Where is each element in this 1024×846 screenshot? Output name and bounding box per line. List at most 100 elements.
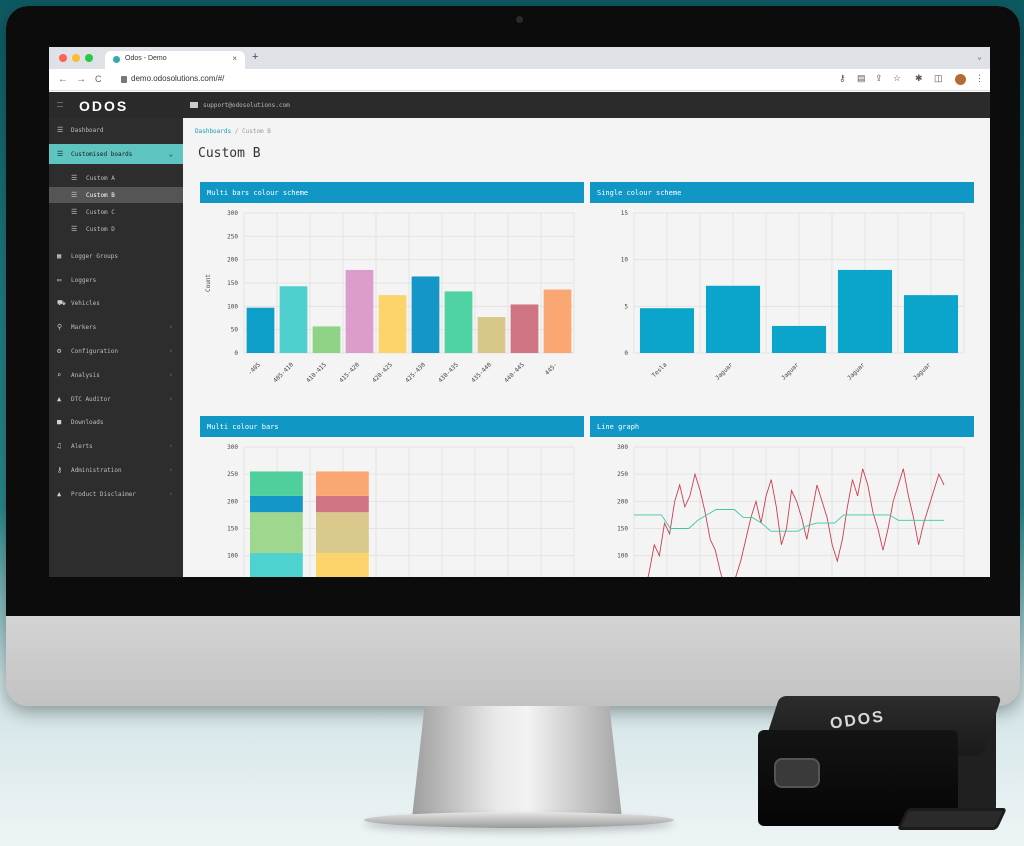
- bar: [705, 285, 761, 353]
- star-icon[interactable]: ☆: [893, 73, 901, 84]
- sidebar-subitem-custom-d[interactable]: ☰ Custom D: [49, 221, 183, 237]
- stack-segment: [250, 471, 303, 496]
- extensions-icon[interactable]: ✱: [915, 73, 923, 84]
- sidebar-item-product-disclaimer[interactable]: ▲ Product Disclaimer ›: [49, 484, 183, 504]
- y-tick-label: 250: [227, 233, 238, 240]
- bar: [477, 317, 506, 353]
- share-icon[interactable]: ⇪: [875, 73, 883, 84]
- logo[interactable]: ODOS: [79, 98, 128, 114]
- favicon-icon: [113, 56, 120, 63]
- tab-search-icon[interactable]: ⌄: [977, 52, 982, 61]
- chart-panel-multi-colour-bars: Multi colour bars 50100150200250300: [200, 416, 584, 577]
- sidebar-item-label: Logger Groups: [71, 253, 118, 260]
- y-tick-label: 100: [227, 303, 238, 310]
- key-icon[interactable]: ⚷: [839, 73, 846, 84]
- browser-tabbar: Odos - Demo × + ⌄: [49, 47, 990, 69]
- new-tab-button[interactable]: +: [252, 51, 258, 63]
- panel-header: Multi bars colour scheme: [200, 182, 584, 203]
- browser-tab[interactable]: Odos - Demo ×: [105, 51, 245, 69]
- sidebar-item-logger-groups[interactable]: ▦ Logger Groups: [49, 246, 183, 266]
- sidebar-item-vehicles[interactable]: ⛟ Vehicles: [49, 293, 183, 313]
- sidebar-item-dashboard[interactable]: ☰ Dashboard: [49, 120, 183, 140]
- bar: [411, 276, 440, 353]
- y-tick-label: 150: [227, 280, 238, 287]
- sidebar-subitem-custom-c[interactable]: ☰ Custom C: [49, 204, 183, 220]
- sidebar-icon[interactable]: ◫: [934, 73, 943, 84]
- panel-title: Single colour scheme: [597, 189, 682, 197]
- reload-button[interactable]: C: [95, 74, 102, 84]
- chevron-right-icon: ›: [168, 490, 173, 498]
- close-window-button[interactable]: [59, 54, 67, 62]
- translate-icon[interactable]: ▤: [857, 73, 866, 84]
- url-input[interactable]: demo.odosolutions.com/#/: [131, 74, 224, 83]
- x-tick-label: 410-415: [305, 361, 328, 384]
- x-tick-label: 435-440: [470, 361, 493, 384]
- chart-panel-single-colour: Single colour scheme 0 5 10 15 Tesla Jaguar Ja…: [590, 182, 974, 410]
- list-icon: ☰: [71, 208, 78, 216]
- marker-icon: ⚲: [57, 323, 63, 331]
- y-tick-label: 200: [227, 257, 238, 264]
- stack-segment: [250, 512, 303, 553]
- support-email-link[interactable]: support@odosolutions.com: [203, 102, 290, 109]
- sidebar-item-analysis[interactable]: ⌕ Analysis ›: [49, 365, 183, 385]
- chevron-right-icon: ›: [168, 466, 173, 474]
- main-content: Dashboards / Custom B Custom B Multi bar…: [183, 118, 990, 577]
- sidebar-item-dtc-auditor[interactable]: ▲ DTC Auditor ›: [49, 389, 183, 409]
- stack-segment: [316, 552, 369, 577]
- chevron-down-icon: ⌄: [168, 150, 173, 158]
- sidebar-item-loggers[interactable]: ▭ Loggers: [49, 270, 183, 290]
- profile-avatar[interactable]: [955, 74, 966, 85]
- bell-icon: ♫: [57, 442, 62, 450]
- sidebar-item-label: Alerts: [71, 443, 93, 450]
- stack-segment: [316, 471, 369, 496]
- mail-icon: [190, 102, 198, 108]
- sidebar-subitem-custom-b[interactable]: ☰ Custom B: [49, 187, 183, 203]
- sidebar-item-alerts[interactable]: ♫ Alerts ›: [49, 436, 183, 456]
- panel-header: Multi colour bars: [200, 416, 584, 437]
- list-icon: ☰: [71, 225, 78, 233]
- logo-row: ODOS: [49, 92, 183, 118]
- back-button[interactable]: ←: [58, 74, 68, 85]
- sidebar-item-label: Markers: [71, 324, 97, 331]
- breadcrumb-dashboards-link[interactable]: Dashboards: [195, 128, 231, 135]
- sidebar-item-customised-boards[interactable]: ☰ Customised boards ⌄: [49, 144, 189, 164]
- y-tick-label: 100: [617, 553, 628, 560]
- stack-segment: [250, 552, 303, 577]
- forward-button[interactable]: →: [76, 74, 86, 85]
- download-icon: ■: [57, 418, 62, 426]
- x-tick-label: 415-420: [338, 361, 361, 384]
- x-tick-label: 445-: [544, 361, 559, 376]
- x-tick-label: Jaguar: [846, 361, 867, 382]
- minimize-window-button[interactable]: [72, 54, 80, 62]
- breadcrumb-current: Custom B: [242, 128, 271, 135]
- y-tick-label: 150: [617, 526, 628, 533]
- y-tick-label: 10: [621, 257, 629, 264]
- sidebar-item-markers[interactable]: ⚲ Markers ›: [49, 317, 183, 337]
- chart-panel-line-graph: Line graph 50100150200250300: [590, 416, 974, 577]
- maximize-window-button[interactable]: [85, 54, 93, 62]
- close-tab-icon[interactable]: ×: [232, 54, 237, 63]
- panel-header: Line graph: [590, 416, 974, 437]
- sidebar-item-downloads[interactable]: ■ Downloads: [49, 412, 183, 432]
- sidebar-item-label: Custom B: [86, 192, 115, 199]
- boards-icon: ☰: [57, 150, 64, 158]
- dashboard-icon: ☰: [57, 126, 64, 134]
- y-tick-label: 300: [227, 444, 238, 451]
- hamburger-icon[interactable]: [57, 102, 63, 107]
- lock-icon[interactable]: [121, 76, 127, 83]
- sidebar-subitem-custom-a[interactable]: ☰ Custom A: [49, 170, 183, 186]
- sidebar-item-configuration[interactable]: ⚙ Configuration ›: [49, 341, 183, 361]
- y-tick-label: 50: [231, 327, 239, 334]
- sidebar-item-administration[interactable]: ⚷ Administration ›: [49, 460, 183, 480]
- sidebar-item-label: Analysis: [71, 372, 100, 379]
- chevron-right-icon: ›: [168, 395, 173, 403]
- y-tick-label: 200: [227, 498, 238, 505]
- y-tick-label: 250: [617, 471, 628, 478]
- y-tick-label: 0: [234, 350, 238, 357]
- y-tick-label: 250: [227, 471, 238, 478]
- chevron-right-icon: ›: [168, 347, 173, 355]
- y-tick-label: 300: [227, 210, 238, 217]
- panel-header: Single colour scheme: [590, 182, 974, 203]
- sidebar-item-label: Dashboard: [71, 127, 104, 134]
- kebab-menu-icon[interactable]: ⋮: [975, 73, 984, 84]
